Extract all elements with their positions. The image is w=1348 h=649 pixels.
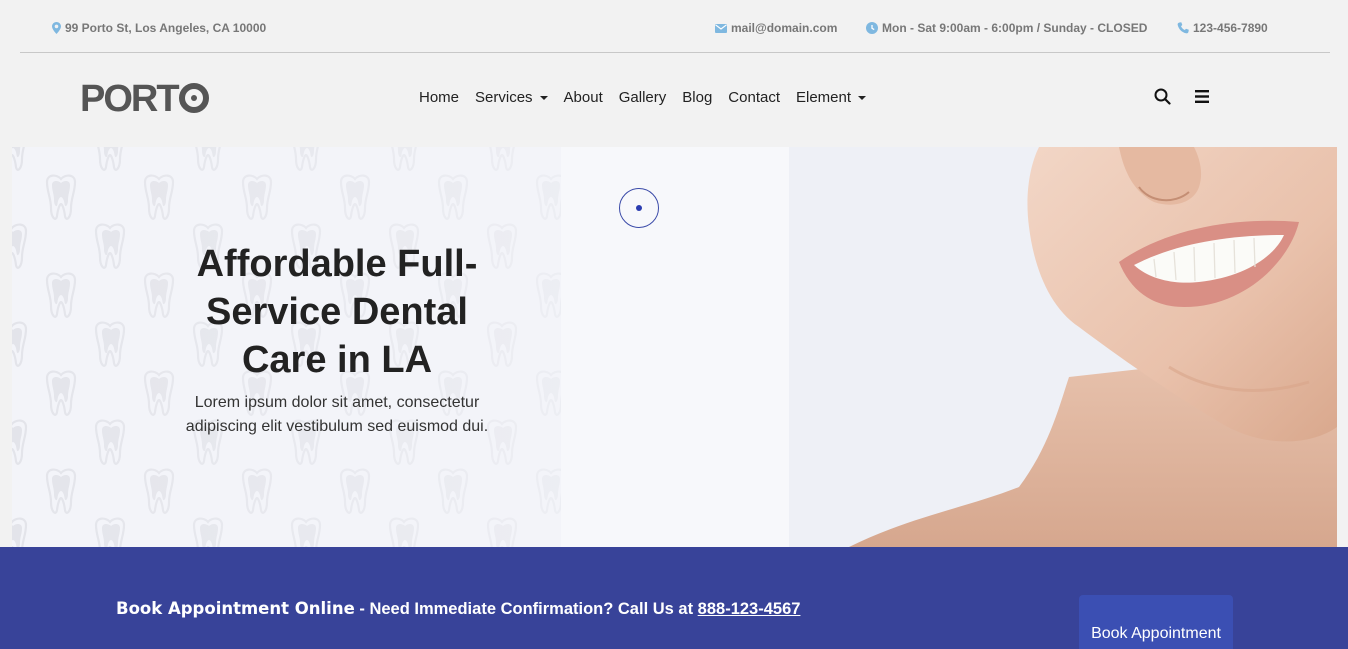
nav-about-label: About [563,89,603,106]
top-info-bar: 99 Porto St, Los Angeles, CA 10000 mail@… [20,0,1330,53]
logo-o-mark [178,83,209,113]
caret-down-icon [858,95,867,100]
loading-spinner [619,188,659,228]
appointment-cta-text: Book Appointment Online - Need Immediate… [116,599,800,619]
nav-contact[interactable]: Contact [728,89,780,106]
hours-text: Mon - Sat 9:00am - 6:00pm / Sunday - CLO… [882,21,1148,35]
nav-services-label: Services [475,89,533,106]
nav-about[interactable]: About [564,89,603,106]
appointment-rest: - Need Immediate Confirmation? Call Us a… [354,600,698,618]
hero-title: Affordable Full-Service Dental Care in L… [196,243,478,381]
book-appointment-button[interactable]: Book Appointment [1079,595,1233,649]
phone-text[interactable]: 123-456-7890 [1193,21,1268,35]
nav-contact-label: Contact [728,89,780,106]
nav-blog[interactable]: Blog [682,89,712,106]
email-text[interactable]: mail@domain.com [731,21,837,35]
nav-gallery-label: Gallery [618,89,667,106]
email-item[interactable]: mail@domain.com [715,21,837,35]
phone-icon [1177,22,1189,34]
nav-services[interactable]: Services [475,89,548,106]
appointment-band: Book Appointment Online - Need Immediate… [0,547,1348,649]
logo[interactable]: PORT [80,80,209,118]
appointment-phone-link[interactable]: 888-123-4567 [698,600,801,618]
address-text: 99 Porto St, Los Angeles, CA 10000 [65,21,267,35]
hero-section: Affordable Full-Service Dental Care in L… [12,147,1337,547]
main-nav: Home Services About Gallery Blog Contact… [419,89,882,106]
menu-icon[interactable] [1195,90,1209,103]
nav-home[interactable]: Home [419,89,459,106]
nav-element-label: Element [796,89,852,106]
search-icon[interactable] [1154,88,1171,105]
caret-down-icon [539,95,548,100]
appointment-lead: Book Appointment Online [116,599,355,618]
hero-middle-panel [561,147,789,547]
clock-icon [866,22,878,34]
envelope-icon [715,23,727,33]
hero-description: Lorem ipsum dolor sit amet, consectetur … [185,394,489,435]
logo-text: PORT [80,78,180,120]
nav-home-label: Home [419,89,460,106]
address-item: 99 Porto St, Los Angeles, CA 10000 [52,21,266,35]
phone-item[interactable]: 123-456-7890 [1177,21,1268,35]
smiling-woman-image [789,147,1337,547]
nav-gallery[interactable]: Gallery [619,89,667,106]
map-pin-icon [52,22,61,34]
nav-blog-label: Blog [682,89,713,106]
hours-item: Mon - Sat 9:00am - 6:00pm / Sunday - CLO… [866,21,1147,35]
nav-element[interactable]: Element [796,89,867,106]
